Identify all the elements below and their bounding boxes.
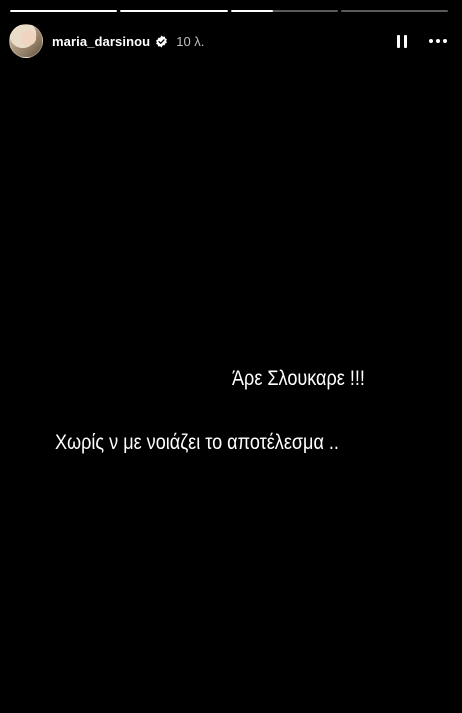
more-options-icon[interactable] [426,29,450,53]
story-text-line-1: Άρε Σλουκαρε !!! [232,367,365,390]
progress-segment [10,10,118,12]
post-time: 10 λ. [176,33,205,49]
username[interactable]: maria_darsinou [52,34,150,49]
verified-badge-icon [155,35,168,48]
story-progress-bar [10,10,448,13]
story-viewer[interactable]: maria_darsinou 10 λ. Άρε Σλουκαρε !!! Χω… [0,0,462,713]
pause-icon[interactable] [390,29,414,53]
story-header: maria_darsinou 10 λ. [9,24,450,58]
progress-segment [230,10,338,12]
avatar[interactable] [9,24,43,58]
progress-segment [120,10,228,12]
progress-segment [340,10,448,12]
story-text-line-2: Χωρίς ν με νοιάζει το αποτέλεσμα .. [55,431,339,454]
